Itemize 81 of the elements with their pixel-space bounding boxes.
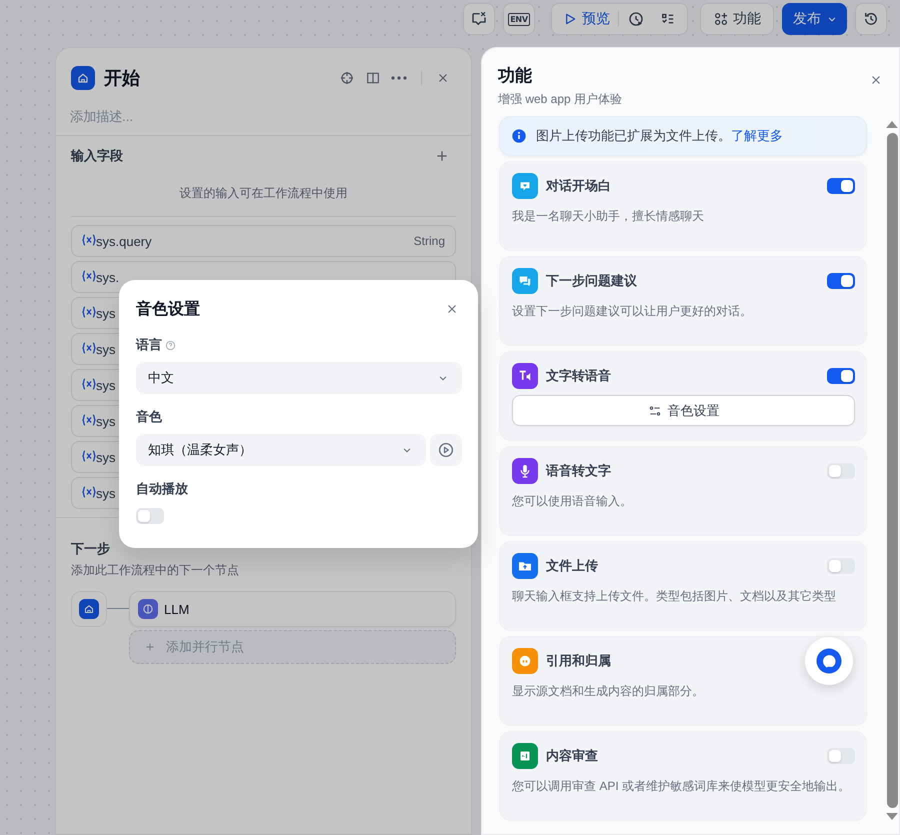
feature-title: 内容审查 xyxy=(546,747,598,765)
help-icon xyxy=(165,340,176,350)
section-title: 下一步 xyxy=(71,540,111,558)
env-button[interactable]: ENV xyxy=(503,3,535,35)
crosshair-icon xyxy=(339,70,355,86)
description-field[interactable]: 添加描述... xyxy=(70,106,400,127)
field-label: 语言 xyxy=(136,336,162,354)
panel-title: 功能 xyxy=(498,65,533,87)
chat-variable-button[interactable] xyxy=(463,3,495,35)
feature-toggle[interactable] xyxy=(827,558,855,574)
field-label: 音色 xyxy=(136,408,162,426)
variable-name: sys xyxy=(96,342,116,356)
info-icon xyxy=(511,128,527,144)
variable-name: sys xyxy=(96,306,116,320)
section-hint: 添加此工作流程中的下一个节点 xyxy=(71,562,240,579)
notice-text: 图片上传功能已扩展为文件上传。了解更多 xyxy=(536,127,783,145)
clock-icon xyxy=(627,10,645,28)
variable-icon xyxy=(82,378,96,392)
variable-icon xyxy=(82,414,96,428)
feature-title: 对话开场白 xyxy=(546,177,611,195)
dialog-title: 音色设置 xyxy=(136,299,200,320)
voice-settings-button[interactable]: 音色设置 xyxy=(512,395,855,426)
feature-description: 设置下一步问题建议可以让用户更好的对话。 xyxy=(512,303,753,320)
learn-more-link[interactable]: 了解更多 xyxy=(731,128,783,143)
feature-description: 聊天输入框支持上传文件。类型包括图片、文档以及其它类型 xyxy=(512,588,837,605)
feature-title: 文字转语音 xyxy=(546,367,611,385)
book-icon xyxy=(365,70,381,86)
input-hint: 设置的输入可在工作流程中使用 xyxy=(178,185,348,202)
voice-select[interactable]: 知琪（温柔女声） xyxy=(136,434,426,466)
plus-icon xyxy=(144,641,156,653)
scrollbar-thumb[interactable] xyxy=(886,133,898,808)
publish-button[interactable]: 发布 xyxy=(782,3,847,35)
chat-icon xyxy=(470,10,488,28)
autoplay-toggle[interactable] xyxy=(136,508,164,524)
node-name: LLM xyxy=(164,602,190,616)
feature-description: 您可以使用语音输入。 xyxy=(512,493,633,510)
feature-description: 显示源文档和生成内容的归属部分。 xyxy=(512,683,705,700)
variable-name: sys xyxy=(96,450,116,464)
variable-name: sys xyxy=(96,414,116,428)
llm-node[interactable]: LLM xyxy=(129,591,456,627)
feature-title: 引用和归属 xyxy=(546,652,611,670)
feature-title: 文件上传 xyxy=(546,557,598,575)
variable-icon xyxy=(82,270,96,284)
history-icon xyxy=(862,10,880,28)
variable-row[interactable]: sys.query String xyxy=(71,225,456,257)
feature-toggle[interactable] xyxy=(827,368,855,384)
features-button[interactable]: 功能 xyxy=(700,3,774,35)
version-history-button[interactable] xyxy=(855,3,887,35)
variable-icon xyxy=(82,342,96,356)
feature-title: 下一步问题建议 xyxy=(546,272,637,290)
chat-bubble-icon xyxy=(814,646,844,676)
feature-toggle[interactable] xyxy=(827,178,855,194)
scroll-up-icon[interactable] xyxy=(886,121,898,128)
variable-icon xyxy=(82,450,96,464)
scroll-down-icon[interactable] xyxy=(886,813,898,820)
variable-name: sys xyxy=(96,486,116,500)
connector-line xyxy=(107,608,129,609)
feature-toggle[interactable] xyxy=(827,463,855,479)
feature-toggle[interactable] xyxy=(827,748,855,764)
variable-name: sys xyxy=(96,378,116,392)
field-label: 自动播放 xyxy=(136,480,188,498)
variable-icon xyxy=(82,486,96,500)
feature-description: 我是一名聊天小助手，擅长情感聊天 xyxy=(512,208,705,225)
section-title: 输入字段 xyxy=(71,147,123,165)
variable-icon xyxy=(82,234,96,248)
sliders-icon xyxy=(648,404,662,418)
variable-name: sys.query xyxy=(96,234,152,248)
panel-title: 开始 xyxy=(104,67,141,90)
variable-icon xyxy=(82,306,96,320)
more-icon xyxy=(391,76,407,80)
preview-button[interactable]: 预览 xyxy=(556,5,616,33)
variable-name: sys. xyxy=(96,270,120,284)
panel-subtitle: 增强 web app 用户体验 xyxy=(498,91,622,108)
play-circle-icon xyxy=(437,441,455,459)
feature-title: 语音转文字 xyxy=(546,462,611,480)
apps-icon xyxy=(713,11,729,27)
feature-description: 您可以调用审查 API 或者维护敏感词库来使模型更安全地输出。 xyxy=(512,778,852,795)
play-sample-button[interactable] xyxy=(430,434,462,466)
variable-type: String xyxy=(414,234,445,248)
feature-toggle[interactable] xyxy=(827,273,855,289)
language-select[interactable]: 中文 xyxy=(136,362,462,394)
